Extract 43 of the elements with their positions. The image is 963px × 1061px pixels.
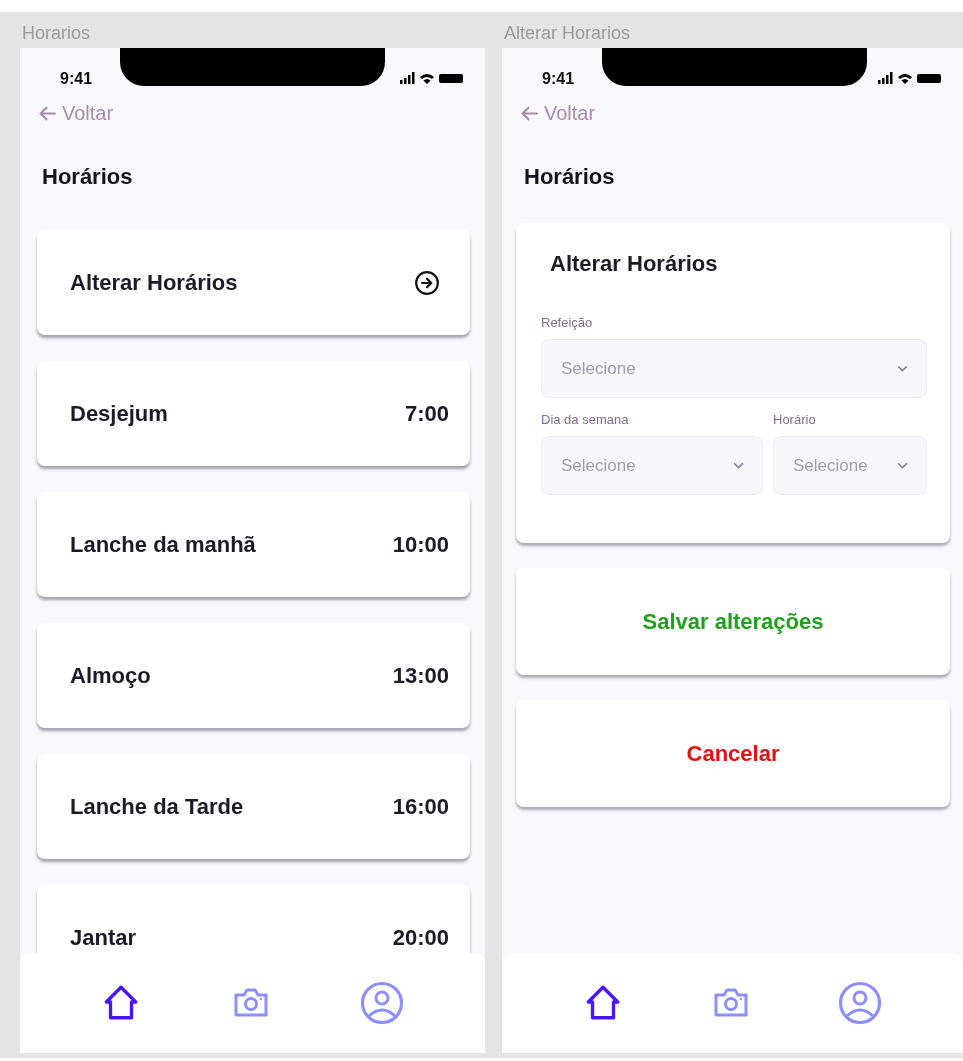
save-button[interactable]: Salvar alterações bbox=[516, 568, 950, 675]
signal-icon bbox=[878, 72, 893, 84]
status-time: 9:41 bbox=[60, 70, 93, 88]
meal-time: 20:00 bbox=[392, 924, 449, 951]
back-arrow-icon bbox=[39, 105, 56, 121]
status-time: 9:41 bbox=[542, 70, 575, 88]
wifi-icon bbox=[420, 72, 434, 84]
meal-name: Almoço bbox=[70, 662, 151, 689]
frame-label: Horarios bbox=[22, 22, 92, 45]
chevron-down-icon bbox=[733, 462, 744, 469]
link-card[interactable]: Alterar Horários bbox=[37, 230, 470, 335]
select-field[interactable]: Selecione bbox=[773, 436, 927, 495]
meal-name: Lanche da manhã bbox=[70, 531, 256, 558]
profile-icon[interactable] bbox=[360, 981, 404, 1025]
frame-label: Alterar Horarios bbox=[504, 22, 632, 45]
field-label: Dia da semana bbox=[541, 412, 630, 427]
field-label: Refeição bbox=[541, 315, 594, 330]
meal-time: 7:00 bbox=[404, 400, 449, 427]
select-field[interactable]: Selecione bbox=[541, 339, 927, 398]
chevron-down-icon bbox=[897, 365, 908, 372]
select-field[interactable]: Selecione bbox=[541, 436, 763, 495]
signal-icon bbox=[400, 72, 415, 84]
arrow-circle-icon bbox=[414, 269, 440, 296]
battery-icon bbox=[439, 73, 463, 83]
meal-time: 16:00 bbox=[392, 793, 449, 820]
wifi-icon bbox=[898, 72, 912, 84]
cancel-button[interactable]: Cancelar bbox=[516, 700, 950, 807]
meal-name: Jantar bbox=[70, 924, 137, 951]
back-arrow-icon bbox=[521, 105, 538, 121]
chevron-down-icon bbox=[897, 462, 908, 469]
field-label: Horário bbox=[773, 412, 817, 427]
profile-icon[interactable] bbox=[838, 981, 882, 1025]
meal-time: 13:00 bbox=[392, 662, 449, 689]
form-title: Alterar Horários bbox=[550, 251, 719, 277]
meal-name: Lanche da Tarde bbox=[70, 793, 244, 820]
back-link[interactable]: Voltar bbox=[20, 100, 114, 126]
meal-name: Alterar Horários bbox=[70, 269, 238, 296]
meal-name: Desjejum bbox=[70, 400, 168, 427]
back-link[interactable]: Voltar bbox=[502, 100, 596, 126]
battery-icon bbox=[917, 73, 941, 83]
page-title: Horários bbox=[524, 164, 616, 190]
meal-time: 10:00 bbox=[392, 531, 449, 558]
page-title: Horários bbox=[42, 164, 134, 190]
